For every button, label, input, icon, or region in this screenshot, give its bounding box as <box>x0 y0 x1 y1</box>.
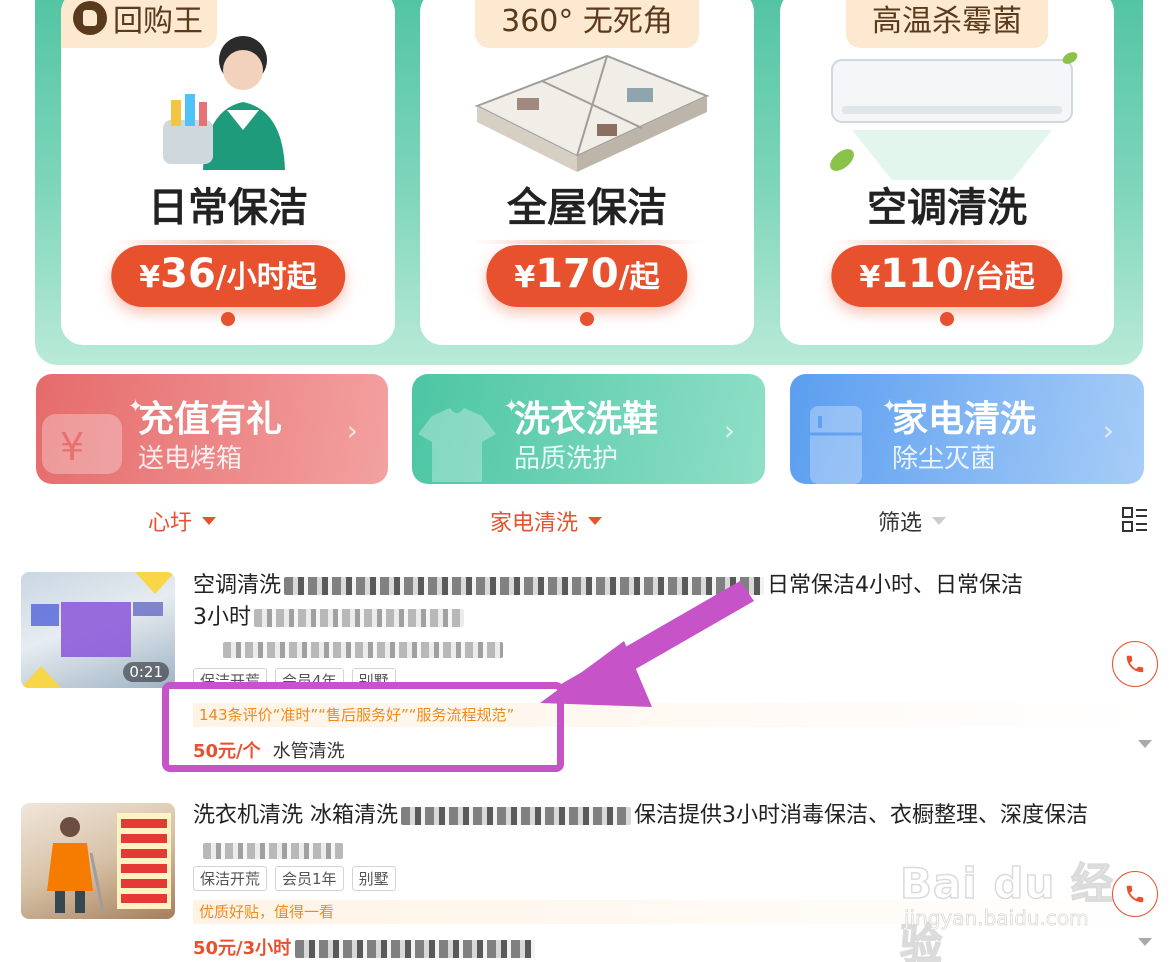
service-card-whole-house[interactable]: 360° 无死角 全屋保洁 ¥170/起 <box>420 0 754 345</box>
tile-title: 家电清洗 <box>892 399 1037 440</box>
tag: 保洁开荒 <box>193 866 268 891</box>
video-duration: 0:21 <box>123 662 169 682</box>
listing-title[interactable]: 洗衣机清洗 冰箱清洗 保洁提供3小时消毒保洁、衣橱整理、深度保洁 <box>193 800 1158 832</box>
coupon-icon: ¥ <box>42 414 122 474</box>
pill-dot <box>580 312 594 326</box>
pill-wing <box>113 240 343 244</box>
tile-recharge-gift[interactable]: ¥ ✦ 充值有礼 送电烤箱 › <box>36 374 388 484</box>
list-layout-icon[interactable] <box>1122 507 1148 533</box>
obscured-text <box>295 940 536 958</box>
pill-wing <box>832 240 1062 244</box>
call-button[interactable] <box>1112 641 1158 687</box>
phone-icon <box>1126 885 1144 903</box>
card-tag: 高温杀霉菌 <box>846 0 1048 48</box>
dropdown-arrow-icon <box>588 517 603 525</box>
expand-arrow-icon[interactable] <box>1138 938 1152 946</box>
card-title: 全屋保洁 <box>507 185 667 231</box>
tile-title: 洗衣洗鞋 <box>514 399 659 440</box>
review-summary: 优质好贴，值得一看 <box>193 900 1153 924</box>
chevron-right-icon: › <box>723 414 735 447</box>
call-button[interactable] <box>1112 871 1158 917</box>
pixelated-region <box>61 602 131 657</box>
tile-subtitle: 品质洗护 <box>514 444 619 474</box>
pill-dot <box>221 312 235 326</box>
card-title: 日常保洁 <box>148 185 308 231</box>
obscured-text <box>203 843 343 859</box>
tag: 别墅 <box>351 866 396 891</box>
filter-more[interactable]: 筛选 <box>878 505 947 537</box>
promo-text-panel <box>117 813 171 909</box>
dropdown-arrow-icon <box>202 517 217 525</box>
pixelated-region <box>133 602 163 616</box>
shirt-icon <box>418 408 496 482</box>
dropdown-arrow-icon <box>932 517 947 525</box>
obscured-text <box>254 609 464 627</box>
listing-tags: 保洁开荒 会员1年 别墅 <box>193 866 396 891</box>
annotation-arrow <box>540 581 754 707</box>
thumbs-up-icon <box>73 1 107 35</box>
tile-title: 充值有礼 <box>138 399 283 440</box>
tile-laundry[interactable]: ✦ 洗衣洗鞋 品质洗护 › <box>412 374 765 484</box>
phone-icon <box>1126 655 1144 673</box>
obscured-text <box>223 642 503 658</box>
service-card-daily-cleaning[interactable]: 回购王 日常保洁 ¥36/小时起 <box>61 0 395 345</box>
price-pill: ¥170/起 <box>486 245 688 307</box>
tag: 会员1年 <box>275 866 344 891</box>
filter-category[interactable]: 家电清洗 <box>490 505 603 537</box>
cleaner-illustration <box>163 36 285 170</box>
yellow-triangle-decoration <box>21 666 61 688</box>
pixelated-region <box>31 604 59 626</box>
yellow-triangle-decoration <box>135 572 175 594</box>
pill-dot <box>940 312 954 326</box>
worker-illustration <box>47 817 105 913</box>
filter-area[interactable]: 心圩 <box>148 505 217 537</box>
tile-appliance-cleaning[interactable]: ✦ 家电清洗 除尘灭菌 › <box>790 374 1144 484</box>
obscured-text <box>401 807 632 825</box>
chevron-right-icon: › <box>1102 414 1114 447</box>
price-pill: ¥110/台起 <box>831 245 1063 307</box>
tile-subtitle: 除尘灭菌 <box>892 444 997 474</box>
card-title: 空调清洗 <box>867 185 1027 231</box>
chevron-right-icon: › <box>346 414 358 447</box>
tile-subtitle: 送电烤箱 <box>138 444 243 474</box>
house-floorplan-illustration <box>474 54 710 172</box>
price-pill: ¥36/小时起 <box>111 245 345 307</box>
service-card-ac-cleaning[interactable]: 高温杀霉菌 空调清洗 ¥110/台起 <box>780 0 1114 345</box>
annotation-highlight-box <box>162 682 564 772</box>
expand-arrow-icon[interactable] <box>1138 740 1152 748</box>
baidu-jingyan-watermark: Bai du 经验 jingyan.baidu.com <box>899 858 1114 962</box>
fridge-icon <box>810 406 862 484</box>
price-line: 50元/3小时 <box>193 934 538 960</box>
svg-text:¥: ¥ <box>60 425 84 469</box>
air-conditioner-illustration <box>830 52 1078 180</box>
listing-price: 50元/3小时 <box>193 938 292 959</box>
listing-thumbnail[interactable] <box>21 803 175 919</box>
listing-video-thumbnail[interactable]: 0:21 <box>21 572 175 688</box>
filter-bar: 心圩 家电清洗 筛选 <box>0 490 1174 546</box>
pill-wing <box>472 240 702 244</box>
